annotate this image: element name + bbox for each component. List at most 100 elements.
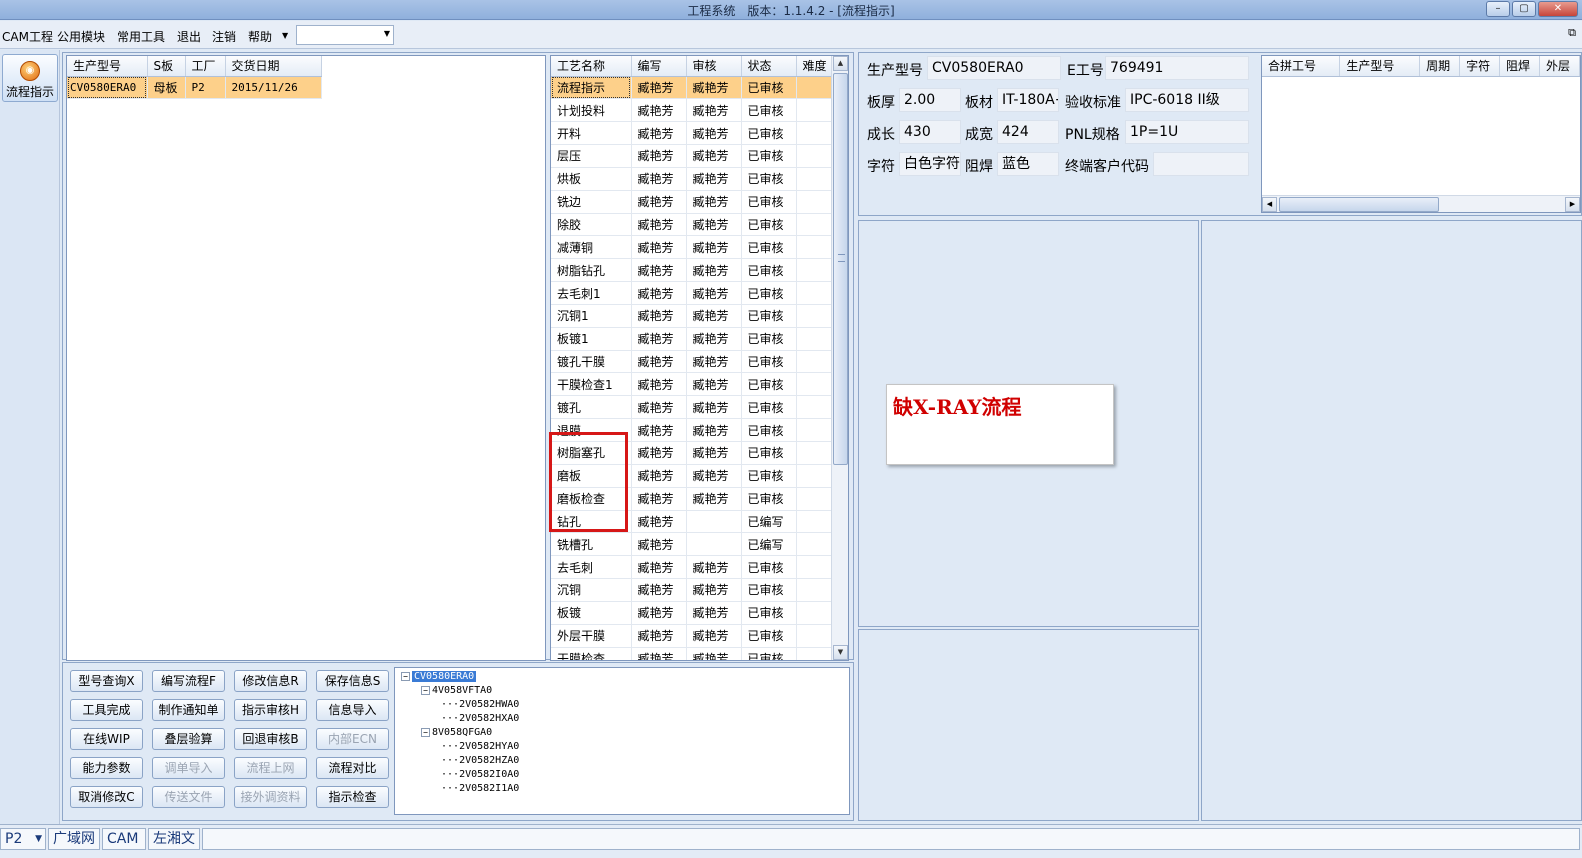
action-button-3-3[interactable]: 流程对比 (316, 757, 389, 779)
width-field[interactable]: 424 (997, 120, 1059, 144)
action-button-1-0[interactable]: 工具完成 (70, 699, 143, 721)
action-button-1-1[interactable]: 制作通知单 (152, 699, 225, 721)
table-row[interactable]: 铣边 臧艳芳 臧艳芳 已审核 (551, 190, 834, 214)
table-row[interactable]: 镀孔 臧艳芳 臧艳芳 已审核 (551, 395, 834, 420)
col-difficulty[interactable]: 难度 (796, 56, 834, 77)
table-row[interactable]: 退膜 臧艳芳 臧艳芳 已审核 (551, 418, 834, 442)
scroll-left-icon[interactable]: ◀ (1262, 197, 1277, 212)
table-row[interactable]: 干膜检查 臧艳芳 臧艳芳 已审核 (551, 647, 834, 660)
col-author[interactable]: 编写 (631, 56, 687, 77)
menu-help[interactable]: 帮助 (248, 28, 272, 45)
menu-exit[interactable]: 退出 (177, 28, 201, 45)
thickness-field[interactable]: 2.00 (899, 88, 961, 112)
process-instruction-button[interactable]: ◉ 流程指示 (2, 54, 58, 102)
collapse-icon[interactable]: − (421, 685, 430, 695)
customer-field[interactable] (1153, 152, 1249, 176)
menu-common-tools[interactable]: 常用工具 (117, 28, 165, 45)
col-outer[interactable]: 外层 (1539, 56, 1580, 77)
table-row[interactable]: 钻孔 臧艳芳 已编写 (551, 510, 834, 534)
table-row[interactable]: 干膜检查1 臧艳芳 臧艳芳 已审核 (551, 372, 834, 397)
close-button[interactable]: ✕ (1538, 1, 1578, 17)
action-button-3-1[interactable]: 调单导入 (152, 757, 225, 779)
action-button-3-0[interactable]: 能力参数 (70, 757, 143, 779)
menu-common-modules[interactable]: 公用模块 (57, 28, 105, 45)
col-status[interactable]: 状态 (741, 56, 797, 77)
action-button-4-0[interactable]: 取消修改C (70, 786, 143, 808)
mask-field[interactable]: 蓝色 (997, 152, 1059, 176)
table-row[interactable]: 镀孔干膜 臧艳芳 臧艳芳 已审核 (551, 350, 834, 374)
col-cycle[interactable]: 周期 (1419, 56, 1461, 77)
action-button-2-0[interactable]: 在线WIP (70, 728, 143, 750)
chevron-down-icon[interactable]: ▼ (35, 829, 42, 849)
col-sboard[interactable]: S板 (147, 56, 186, 77)
tree-node[interactable]: −8V058QFGA0 (421, 726, 492, 740)
table-row[interactable]: CV0580ERA0 母板 P2 2015/11/26 (67, 76, 322, 100)
table-row[interactable]: 烘板 臧艳芳 臧艳芳 已审核 (551, 167, 834, 191)
material-field[interactable]: IT-180A+ (997, 88, 1059, 112)
menu-logout[interactable]: 注销 (212, 28, 236, 45)
action-button-4-1[interactable]: 传送文件 (152, 786, 225, 808)
help-dropdown-icon[interactable]: ▼ (282, 31, 288, 40)
table-row[interactable]: 去毛刺1 臧艳芳 臧艳芳 已审核 (551, 281, 834, 305)
action-button-0-2[interactable]: 修改信息R (234, 670, 307, 692)
char-field[interactable]: 白色字符 (899, 152, 961, 176)
action-button-1-2[interactable]: 指示审核H (234, 699, 307, 721)
col-factory[interactable]: 工厂 (185, 56, 226, 77)
scroll-right-icon[interactable]: ▶ (1565, 197, 1580, 212)
table-row[interactable]: 树脂塞孔 臧艳芳 臧艳芳 已审核 (551, 441, 834, 465)
table-row[interactable]: 除胶 臧艳芳 臧艳芳 已审核 (551, 213, 834, 237)
scroll-thumb[interactable] (1279, 197, 1439, 212)
tree-leaf[interactable]: ···2V0582I1A0 (441, 782, 519, 796)
tree-leaf[interactable]: ···2V0582I0A0 (441, 768, 519, 782)
model-field[interactable]: CV0580ERA0 (927, 56, 1061, 80)
table-row[interactable]: 磨板 臧艳芳 臧艳芳 已审核 (551, 464, 834, 488)
table-row[interactable]: 树脂钻孔 臧艳芳 臧艳芳 已审核 (551, 258, 834, 283)
standard-field[interactable]: IPC-6018 II级 (1125, 88, 1249, 112)
col-merge-model[interactable]: 生产型号 (1339, 56, 1421, 77)
pnl-field[interactable]: 1P=1U (1125, 120, 1249, 144)
tree-node[interactable]: −4V058VFTA0 (421, 684, 492, 698)
table-row[interactable]: 沉铜1 臧艳芳 臧艳芳 已审核 (551, 304, 834, 328)
table-row[interactable]: 外层干膜 臧艳芳 臧艳芳 已审核 (551, 624, 834, 648)
tree-root[interactable]: − CV0580ERA0 (401, 670, 477, 684)
table-row[interactable]: 沉铜 臧艳芳 臧艳芳 已审核 (551, 578, 834, 602)
action-button-1-3[interactable]: 信息导入 (316, 699, 389, 721)
scroll-up-icon[interactable]: ▲ (833, 56, 848, 71)
eno-field[interactable]: 769491 (1105, 56, 1249, 80)
action-button-0-1[interactable]: 编写流程F (152, 670, 225, 692)
col-merge-no[interactable]: 合拼工号 (1262, 56, 1341, 77)
action-button-4-3[interactable]: 指示检查 (316, 786, 389, 808)
toolbar-combo[interactable]: ▼ (296, 25, 394, 45)
action-button-4-2[interactable]: 接外调资料 (234, 786, 307, 808)
table-row[interactable]: 磨板检查 臧艳芳 臧艳芳 已审核 (551, 487, 834, 511)
table-row[interactable]: 板镀1 臧艳芳 臧艳芳 已审核 (551, 327, 834, 351)
table-row[interactable]: 层压 臧艳芳 臧艳芳 已审核 (551, 144, 834, 168)
maximize-button[interactable]: ▢ (1512, 1, 1536, 17)
mdi-restore-icon[interactable]: ⧉ (1568, 26, 1576, 40)
tree-leaf[interactable]: ···2V0582HXA0 (441, 712, 519, 726)
status-factory[interactable]: P2 ▼ (0, 828, 46, 850)
scroll-thumb[interactable] (833, 73, 848, 465)
minimize-button[interactable]: – (1486, 1, 1510, 17)
process-scrollbar[interactable]: ▲ ▼ (831, 56, 848, 660)
length-field[interactable]: 430 (899, 120, 961, 144)
chevron-down-icon[interactable]: ▼ (384, 29, 390, 38)
action-button-0-0[interactable]: 型号查询X (70, 670, 143, 692)
action-button-3-2[interactable]: 流程上网 (234, 757, 307, 779)
table-row[interactable]: 减薄铜 臧艳芳 臧艳芳 已审核 (551, 235, 834, 260)
action-button-0-3[interactable]: 保存信息S (316, 670, 389, 692)
menu-cam[interactable]: CAM工程 (2, 28, 53, 45)
table-row[interactable]: 去毛刺 臧艳芳 臧艳芳 已审核 (551, 555, 834, 580)
col-mask[interactable]: 阻焊 (1499, 56, 1541, 77)
col-char[interactable]: 字符 (1459, 56, 1501, 77)
tree-leaf[interactable]: ···2V0582HZA0 (441, 754, 519, 768)
action-button-2-2[interactable]: 回退审核B (234, 728, 307, 750)
collapse-icon[interactable]: − (421, 727, 430, 737)
table-row[interactable]: 铣槽孔 臧艳芳 已编写 (551, 532, 834, 557)
table-row[interactable]: 板镀 臧艳芳 臧艳芳 已审核 (551, 601, 834, 625)
table-row[interactable]: 开料 臧艳芳 臧艳芳 已审核 (551, 121, 834, 146)
action-button-2-1[interactable]: 叠层验算 (152, 728, 225, 750)
table-row[interactable]: 计划投料 臧艳芳 臧艳芳 已审核 (551, 98, 834, 123)
merge-hscrollbar[interactable]: ◀ ▶ (1262, 195, 1580, 212)
col-delivery-date[interactable]: 交货日期 (225, 56, 322, 77)
